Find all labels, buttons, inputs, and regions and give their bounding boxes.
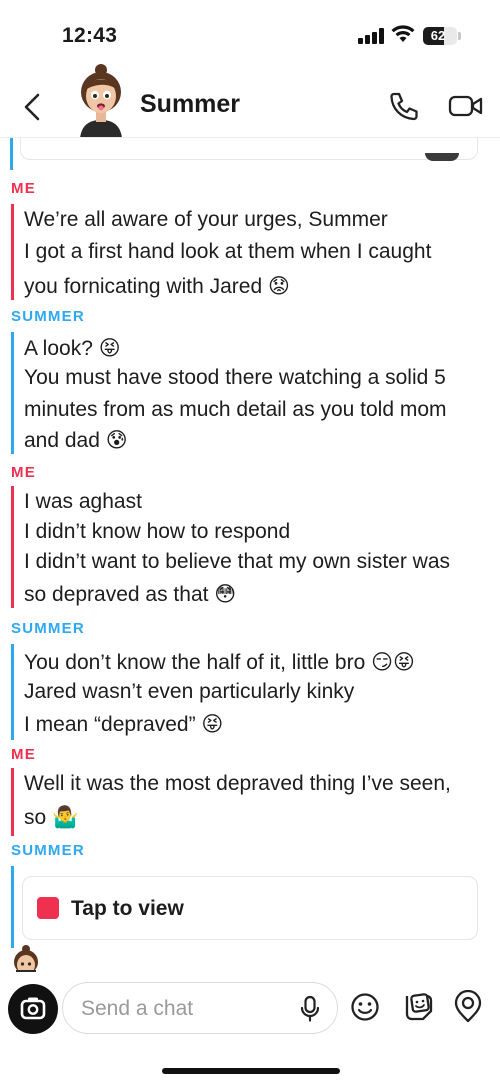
phone-icon[interactable] bbox=[388, 90, 420, 122]
message-text: so 🤷‍♂️ bbox=[24, 806, 79, 829]
message-text: you fornicating with Jared 😟 bbox=[24, 275, 290, 298]
status-time: 12:43 bbox=[62, 24, 118, 47]
message-text: I mean “depraved” 😝 bbox=[24, 713, 224, 736]
sender-label-summer: SUMMER bbox=[11, 842, 85, 859]
message-group-summer: You don’t know the half of it, little br… bbox=[11, 644, 491, 740]
smiley-icon[interactable] bbox=[350, 992, 380, 1022]
bitmoji-icon[interactable] bbox=[453, 990, 483, 1024]
camera-button[interactable] bbox=[8, 984, 58, 1034]
microphone-icon[interactable] bbox=[299, 995, 321, 1023]
sender-label-me: ME bbox=[11, 180, 36, 197]
sender-label-summer: SUMMER bbox=[11, 308, 85, 325]
camera-icon bbox=[20, 997, 46, 1020]
chat-input[interactable]: Send a chat bbox=[62, 982, 338, 1034]
chat-header: Summer bbox=[0, 64, 500, 138]
cellular-signal-icon bbox=[358, 28, 384, 44]
message-text: We’re all aware of your urges, Summer bbox=[24, 208, 388, 231]
message-text: Jared wasn’t even particularly kinky bbox=[24, 680, 355, 703]
message-text: minutes from as much detail as you told … bbox=[24, 398, 447, 421]
chat-input-placeholder: Send a chat bbox=[81, 997, 194, 1020]
sender-label-me: ME bbox=[11, 746, 36, 763]
bitmoji-avatar[interactable] bbox=[70, 64, 132, 138]
wifi-icon bbox=[391, 25, 415, 42]
message-text: I was aghast bbox=[24, 490, 142, 513]
previous-message-bar bbox=[10, 138, 13, 170]
battery-icon: 62 bbox=[423, 27, 457, 45]
message-text: I didn’t want to believe that my own sis… bbox=[24, 550, 451, 573]
message-text: You must have stood there watching a sol… bbox=[24, 366, 446, 389]
sender-label-summer: SUMMER bbox=[11, 620, 85, 637]
snap-label: Tap to view bbox=[71, 897, 184, 920]
home-indicator bbox=[162, 1068, 340, 1074]
back-chevron-icon[interactable] bbox=[18, 90, 48, 124]
message-text: You don’t know the half of it, little br… bbox=[24, 651, 415, 674]
message-group-me: We’re all aware of your urges, Summer I … bbox=[11, 204, 491, 300]
bitmoji-typing-avatar bbox=[14, 945, 38, 972]
message-text: so depraved as that 😳 bbox=[24, 583, 237, 606]
message-text: Well it was the most depraved thing I’ve… bbox=[24, 772, 451, 795]
message-group-summer: A look? 😝 You must have stood there watc… bbox=[11, 332, 491, 454]
battery-level: 62 bbox=[430, 28, 446, 43]
snap-tap-to-view[interactable]: Tap to view bbox=[22, 876, 478, 940]
message-text: A look? 😝 bbox=[24, 337, 121, 360]
sticker-icon[interactable] bbox=[403, 992, 435, 1022]
snap-indicator-icon bbox=[37, 897, 59, 919]
composer-bar: Send a chat bbox=[0, 972, 500, 1084]
video-camera-icon[interactable] bbox=[448, 92, 484, 120]
chat-thread[interactable]: ME We’re all aware of your urges, Summer… bbox=[0, 138, 500, 972]
status-bar: 12:43 62 bbox=[0, 0, 500, 70]
message-group-me: Well it was the most depraved thing I’ve… bbox=[11, 768, 491, 836]
message-text: I didn’t know how to respond bbox=[24, 520, 291, 543]
sender-label-me: ME bbox=[11, 464, 36, 481]
message-text: and dad 😰 bbox=[24, 429, 128, 452]
message-group-me: I was aghast I didn’t know how to respon… bbox=[11, 486, 491, 608]
contact-name[interactable]: Summer bbox=[140, 90, 240, 119]
previous-media-card[interactable] bbox=[20, 138, 478, 161]
message-text: I got a first hand look at them when I c… bbox=[24, 240, 432, 263]
